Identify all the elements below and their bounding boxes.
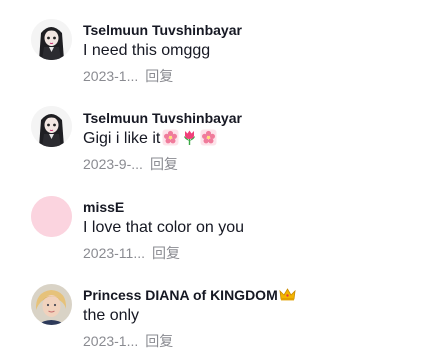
comment-text: I need this omggg xyxy=(83,42,211,59)
comment-author[interactable]: Tselmuun Tuvshinbayar xyxy=(83,22,242,38)
comment-item: Tselmuun Tuvshinbayar I need this omggg … xyxy=(0,0,430,86)
comment-text-row: Gigi i like it xyxy=(83,129,217,149)
comment-meta: 2023-11... 回复 xyxy=(83,245,180,261)
comment-date: 2023-9-... xyxy=(83,156,143,172)
anime-character-icon xyxy=(31,106,72,147)
comment-text: I love that color on you xyxy=(83,219,244,236)
comment-item: missE I love that color on you 2023-11..… xyxy=(0,178,430,264)
reply-button[interactable]: 回复 xyxy=(145,68,173,84)
comment-author-row[interactable]: Princess DIANA of KINGDOM xyxy=(83,287,296,303)
comment-date: 2023-11... xyxy=(83,245,146,261)
avatar[interactable] xyxy=(31,106,72,147)
tulip-icon xyxy=(181,129,198,146)
cherry-blossom-icon xyxy=(162,129,179,146)
avatar[interactable] xyxy=(31,19,72,60)
comment-text: Gigi i like it xyxy=(83,130,161,147)
comment-author[interactable]: missE xyxy=(83,199,124,215)
comment-author: Princess DIANA of KINGDOM xyxy=(83,287,278,303)
reply-button[interactable]: 回复 xyxy=(145,333,173,349)
reply-button[interactable]: 回复 xyxy=(150,156,178,172)
reply-button[interactable]: 回复 xyxy=(152,245,180,261)
comment-date: 2023-1... xyxy=(83,68,139,84)
comment-item: Princess DIANA of KINGDOM the only 2023-… xyxy=(0,266,430,352)
comment-meta: 2023-1... 回复 xyxy=(83,333,173,349)
crown-icon xyxy=(279,288,296,301)
avatar[interactable] xyxy=(31,196,72,237)
comment-list: Tselmuun Tuvshinbayar I need this omggg … xyxy=(0,0,430,362)
comment-meta: 2023-1... 回复 xyxy=(83,68,173,84)
comment-item: Tselmuun Tuvshinbayar Gigi i like it 202… xyxy=(0,87,430,173)
comment-date: 2023-1... xyxy=(83,333,139,349)
portrait-photo-icon xyxy=(31,284,72,325)
anime-character-icon xyxy=(31,19,72,60)
comment-text: the only xyxy=(83,307,140,324)
avatar[interactable] xyxy=(31,284,72,325)
comment-author[interactable]: Tselmuun Tuvshinbayar xyxy=(83,110,242,126)
cherry-blossom-icon xyxy=(200,129,217,146)
pink-circle-icon xyxy=(31,196,72,237)
comment-meta: 2023-9-... 回复 xyxy=(83,156,178,172)
